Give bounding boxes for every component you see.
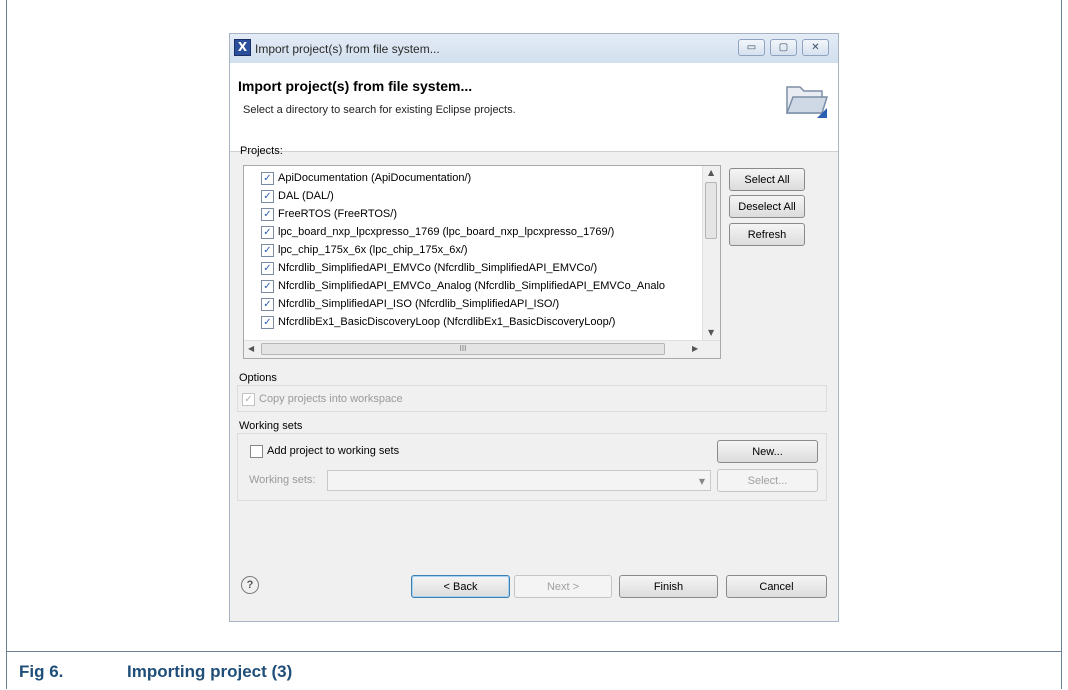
new-working-set-button[interactable]: New... xyxy=(717,440,818,463)
refresh-button[interactable]: Refresh xyxy=(729,223,805,246)
vertical-scroll-thumb[interactable] xyxy=(705,182,717,239)
horizontal-scroll-thumb[interactable]: III xyxy=(261,343,665,355)
project-item[interactable]: ✓ Nfcrdlib_SimplifiedAPI_EMVCo_Analog (N… xyxy=(261,277,665,295)
deselect-all-button[interactable]: Deselect All xyxy=(729,195,805,218)
horizontal-scrollbar[interactable]: ◀ III ▶ xyxy=(244,340,720,358)
options-label: Options xyxy=(239,372,277,384)
figure-caption: Fig 6. Importing project (3) xyxy=(19,662,292,682)
checkbox-checked-icon[interactable]: ✓ xyxy=(261,189,274,203)
checkbox-checked-icon[interactable]: ✓ xyxy=(261,279,274,293)
help-icon[interactable]: ? xyxy=(241,576,259,594)
vertical-scrollbar[interactable]: ▲ ▼ xyxy=(702,166,720,341)
project-item[interactable]: ✓ NfcrdlibEx1_BasicDiscoveryLoop (Nfcrdl… xyxy=(261,313,615,331)
options-group: ✓ Copy projects into workspace xyxy=(237,385,827,412)
working-sets-field-label: Working sets: xyxy=(249,474,316,486)
project-item[interactable]: ✓ ApiDocumentation (ApiDocumentation/) xyxy=(261,169,471,187)
close-button[interactable]: ✕ xyxy=(802,39,829,56)
project-item[interactable]: ✓ lpc_board_nxp_lpcxpresso_1769 (lpc_boa… xyxy=(261,223,614,241)
checkbox-checked-icon[interactable]: ✓ xyxy=(261,225,274,239)
header-title: Import project(s) from file system... xyxy=(238,78,473,94)
title-bar[interactable]: X Import project(s) from file system... … xyxy=(230,34,838,63)
select-all-button[interactable]: Select All xyxy=(729,168,805,191)
window-title: Import project(s) from file system... xyxy=(255,42,440,56)
project-item[interactable]: ✓ DAL (DAL/) xyxy=(261,187,334,205)
working-sets-label: Working sets xyxy=(239,420,303,432)
projects-label: Projects: xyxy=(240,145,283,157)
checkbox-checked-icon[interactable]: ✓ xyxy=(261,207,274,221)
maximize-button[interactable]: ▢ xyxy=(770,39,797,56)
checkbox-disabled-icon: ✓ xyxy=(242,392,255,406)
checkbox-checked-icon[interactable]: ✓ xyxy=(261,315,274,329)
scroll-right-icon[interactable]: ▶ xyxy=(692,344,698,353)
copy-into-workspace-option: ✓ Copy projects into workspace xyxy=(242,390,403,408)
scroll-left-icon[interactable]: ◀ xyxy=(248,344,254,353)
dropdown-arrow-icon[interactable]: ▼ xyxy=(699,477,705,486)
back-button[interactable]: < Back xyxy=(411,575,510,598)
header-description: Select a directory to search for existin… xyxy=(243,104,516,116)
project-item[interactable]: ✓ Nfcrdlib_SimplifiedAPI_EMVCo (Nfcrdlib… xyxy=(261,259,597,277)
checkbox-checked-icon[interactable]: ✓ xyxy=(261,261,274,275)
figure-title: Importing project (3) xyxy=(127,662,293,681)
project-item[interactable]: ✓ lpc_chip_175x_6x (lpc_chip_175x_6x/) xyxy=(261,241,468,259)
working-sets-combo[interactable]: ▼ xyxy=(327,470,711,491)
finish-button[interactable]: Finish xyxy=(619,575,718,598)
project-item[interactable]: ✓ FreeRTOS (FreeRTOS/) xyxy=(261,205,397,223)
scroll-down-icon[interactable]: ▼ xyxy=(708,328,714,337)
dialog-header: Import project(s) from file system... Se… xyxy=(230,63,838,152)
folder-icon xyxy=(785,86,828,118)
next-button[interactable]: Next > xyxy=(514,575,612,598)
eclipse-app-icon: X xyxy=(234,39,251,56)
import-dialog: X Import project(s) from file system... … xyxy=(229,33,839,622)
add-to-working-sets-option[interactable]: Add project to working sets xyxy=(250,442,399,460)
checkbox-unchecked-icon[interactable] xyxy=(250,444,263,458)
checkbox-checked-icon[interactable]: ✓ xyxy=(261,243,274,257)
minimize-button[interactable]: ▭ xyxy=(738,39,765,56)
project-item[interactable]: ✓ Nfcrdlib_SimplifiedAPI_ISO (Nfcrdlib_S… xyxy=(261,295,559,313)
projects-list[interactable]: ✓ ApiDocumentation (ApiDocumentation/) ✓… xyxy=(243,165,721,359)
scroll-up-icon[interactable]: ▲ xyxy=(708,168,714,177)
cancel-button[interactable]: Cancel xyxy=(726,575,827,598)
checkbox-checked-icon[interactable]: ✓ xyxy=(261,171,274,185)
caption-rule xyxy=(6,651,1062,652)
figure-number: Fig 6. xyxy=(19,662,64,681)
select-working-sets-button[interactable]: Select... xyxy=(717,469,818,492)
checkbox-checked-icon[interactable]: ✓ xyxy=(261,297,274,311)
